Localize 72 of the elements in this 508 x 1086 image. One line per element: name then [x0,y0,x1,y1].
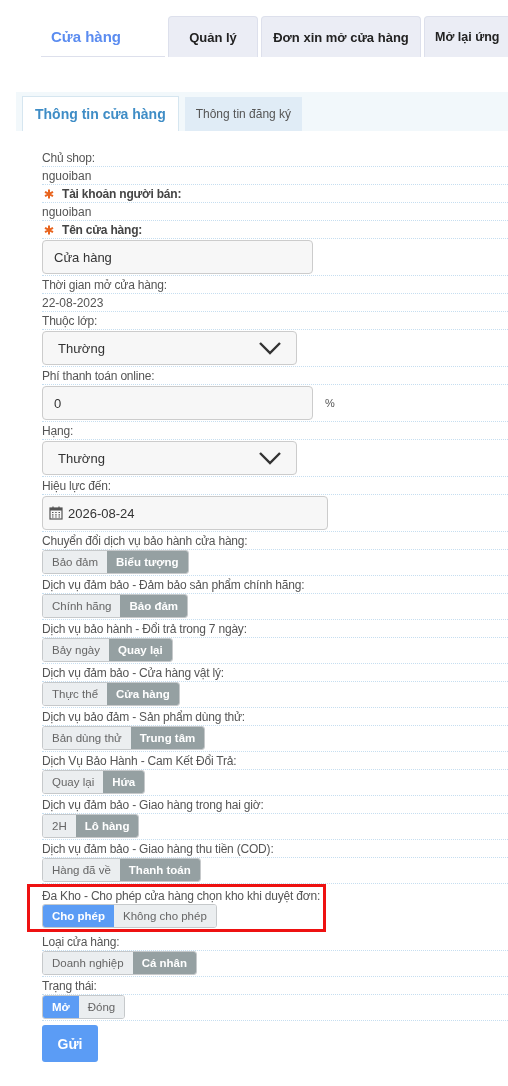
toggle-option[interactable]: Cho phép [43,905,115,927]
toggle-switch[interactable]: Doanh nghiệp Cá nhân [42,951,197,975]
toggle-switch[interactable]: Bảy ngày Quay lại [42,638,173,662]
chevron-down-icon [258,451,282,465]
toggle-option[interactable]: Thanh toán [119,859,200,881]
toggle-option[interactable]: Chính hãng [43,595,121,617]
toggle-option[interactable]: Hứa [103,771,145,793]
toggle-option[interactable]: Quay lại [108,639,172,661]
field-label: Tên cửa hàng: [62,222,143,237]
toggle-option[interactable]: Trung tâm [130,727,205,749]
field-label: Dịch vụ đảm bảo - Giao hàng trong hai giờ: [42,797,264,812]
toggle-switch[interactable]: Bảo đảm Biểu tượng [42,550,189,574]
field-value: nguoiban [42,204,92,219]
nav-tab[interactable]: Quản lý [168,16,258,57]
toggle-switch[interactable]: 2H Lô hàng [42,814,140,838]
toggle-switch[interactable]: Bản dùng thử Trung tâm [42,726,206,750]
toggle-option[interactable]: Hàng đã về [43,859,120,881]
toggle-option[interactable]: Bảo đảm [120,595,188,617]
field-label: Thuộc lớp: [42,313,98,328]
unit-label: % [325,397,335,409]
toggle-switch[interactable]: Chính hãng Bảo đảm [42,594,189,618]
toggle-option[interactable]: Bản dùng thử [43,727,131,749]
field-label: Chuyển đổi dịch vụ bảo hành cửa hàng: [42,533,248,548]
select-field[interactable]: Thường [42,441,297,475]
toggle-option[interactable]: Doanh nghiệp [43,952,133,974]
field-label: Hiệu lực đến: [42,478,111,493]
toggle-option[interactable]: Không cho phép [114,905,216,927]
nav-tab[interactable]: Đơn xin mở cửa hàng [261,16,421,57]
toggle-option[interactable]: Bảo đảm [43,551,108,573]
field-label: Thời gian mở cửa hàng: [42,277,167,292]
field-label: Chủ shop: [42,150,95,165]
toggle-option[interactable]: Bảy ngày [43,639,109,661]
toggle-option[interactable]: Cá nhân [132,952,196,974]
toggle-option[interactable]: Lô hàng [75,815,139,837]
field-label: Dịch vụ đảm bảo - Giao hàng thu tiền (COD): [42,841,274,856]
toggle-switch[interactable]: Cho phép Không cho phép [42,904,217,928]
chevron-down-icon [258,341,282,355]
select-field[interactable]: Thường [42,331,297,365]
field-label: Dịch vụ đảm bảo - Cửa hàng vật lý: [42,665,224,680]
toggle-switch[interactable]: Thực thể Cửa hàng [42,682,180,706]
toggle-option[interactable]: 2H [43,815,76,837]
field-label: Dịch vụ bảo hành - Đổi trả trong 7 ngày: [42,621,247,636]
calendar-icon [49,506,63,520]
field-label: Dịch Vụ Bảo Hành - Cam Kết Đổi Trả: [42,753,237,768]
field-label: Loại cửa hàng: [42,934,120,949]
toggle-switch[interactable]: Quay lại Hứa [42,770,146,794]
toggle-option[interactable]: Quay lại [43,771,104,793]
field-label: Dịch vụ đảm bảo - Đảm bảo sản phẩm chính hãng: [42,577,305,592]
date-field[interactable]: 2026-08-24 [42,496,328,530]
input-field[interactable]: 0 [42,386,313,420]
toggle-option[interactable]: Cửa hàng [107,683,179,705]
field-label: Phí thanh toán online: [42,368,155,383]
field-value: 22-08-2023 [42,295,104,310]
toggle-option[interactable]: Đóng [78,996,125,1018]
field-value: nguoiban [42,168,92,183]
field-label: Tài khoản người bán: [62,186,182,201]
tab[interactable]: Thông tin cửa hàng [22,96,179,131]
field-label: Đa Kho - Cho phép cửa hàng chọn kho khi duyệt đơn: [42,888,321,903]
required-icon [44,224,54,235]
field-label: Trạng thái: [42,978,97,993]
required-icon [44,188,54,199]
toggle-switch[interactable]: Hàng đã về Thanh toán [42,858,201,882]
submit-button[interactable]: Gửi [42,1025,98,1062]
toggle-switch[interactable]: Mở Đóng [42,995,126,1019]
toggle-option[interactable]: Mở [43,996,79,1018]
tab[interactable]: Thông tin đăng ký [184,97,303,131]
toggle-option[interactable]: Thực thể [43,683,108,705]
field-label: Dịch vụ bảo đảm - Sản phẩm dùng thử: [42,709,245,724]
nav-tab[interactable]: Mở lại ứng [424,16,508,57]
input-field[interactable]: Cửa hàng [42,240,313,274]
toggle-option[interactable]: Biểu tượng [107,551,188,573]
field-label: Hạng: [42,423,74,438]
